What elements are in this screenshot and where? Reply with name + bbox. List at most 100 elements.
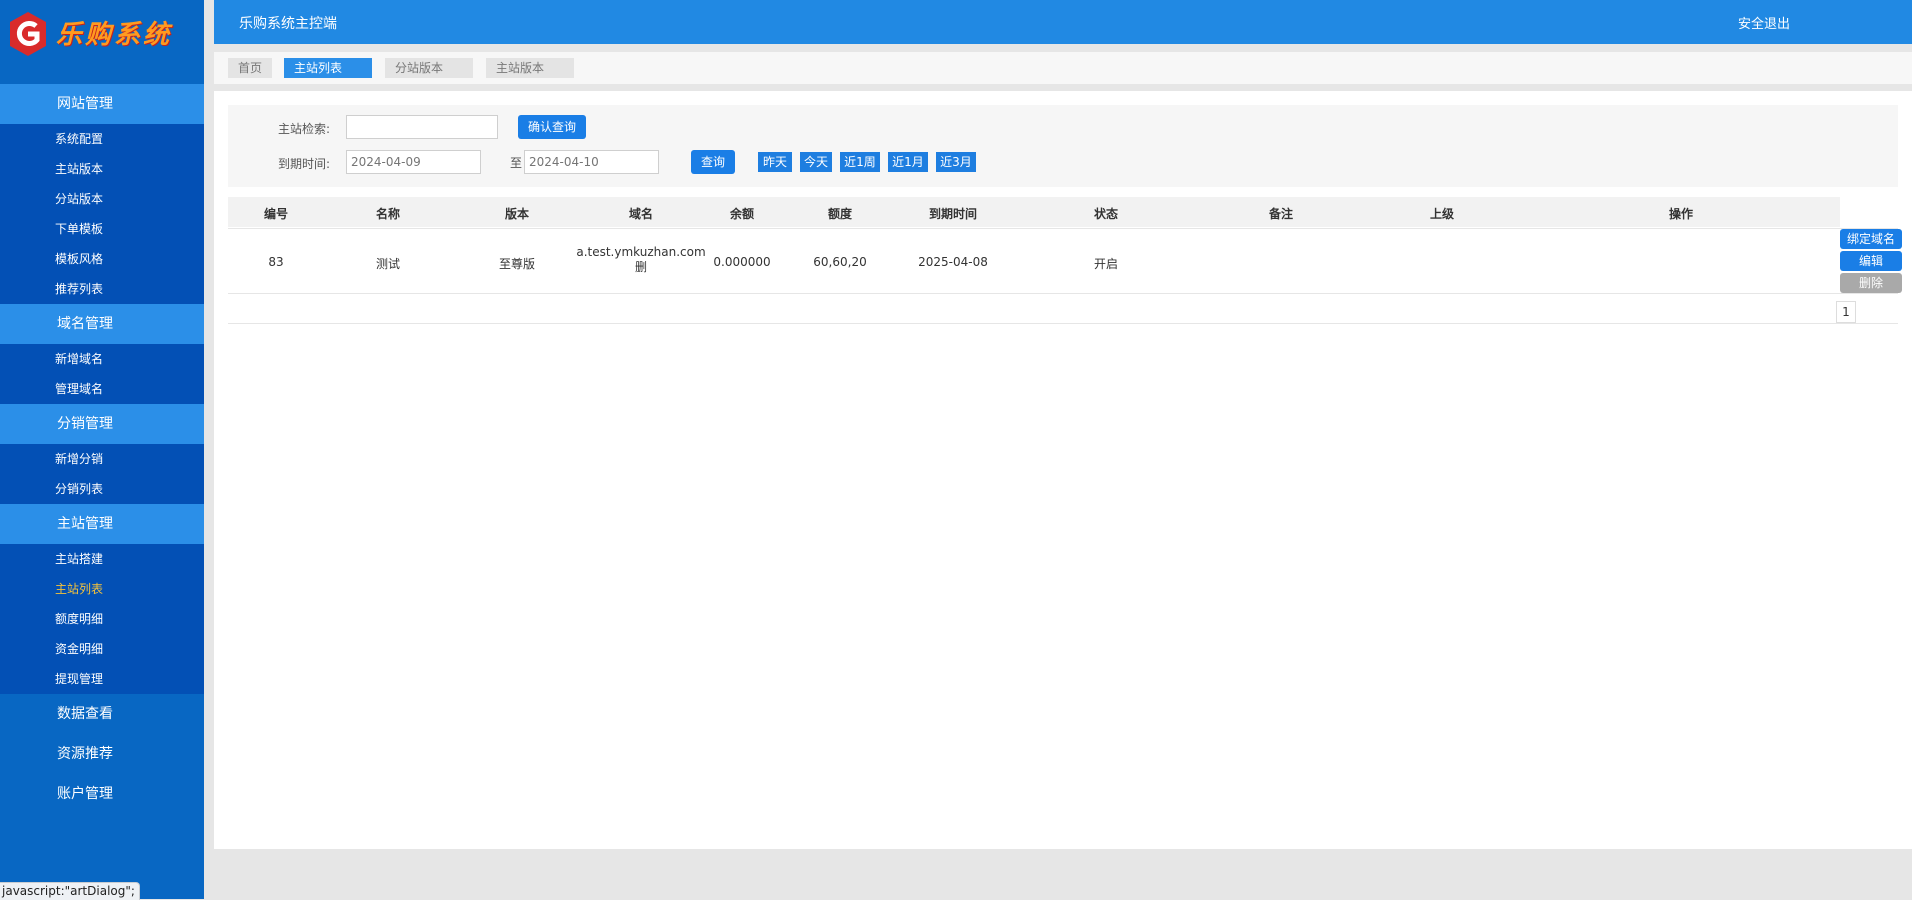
sidebar-item-label: 模板风格 bbox=[55, 252, 104, 266]
sidebar-item-label: 主站列表 bbox=[55, 582, 104, 596]
sidebar-item-main-list[interactable]: 主站列表 bbox=[0, 574, 204, 604]
cell-id: 83 bbox=[268, 255, 284, 269]
sidebar-item-label: 资金明细 bbox=[55, 642, 104, 656]
sidebar-item-main-build[interactable]: 主站搭建 bbox=[0, 544, 204, 574]
cell-status: 开启 bbox=[1093, 257, 1119, 271]
col-version: 版本 bbox=[504, 207, 530, 221]
sidebar-item-label: 下单模板 bbox=[55, 222, 104, 236]
sidebar-item-label: 分站版本 bbox=[55, 192, 104, 206]
sidebar-item-label: 系统配置 bbox=[55, 132, 104, 146]
sidebar-item-system-config[interactable]: 系统配置 bbox=[0, 124, 204, 154]
cell-expire: 2025-04-08 bbox=[918, 255, 988, 269]
pager-divider bbox=[228, 323, 1898, 324]
sidebar-item-distribution-list[interactable]: 分销列表 bbox=[0, 474, 204, 504]
sidebar-item-label: 主站版本 bbox=[55, 162, 104, 176]
quick-today-button[interactable]: 今天 bbox=[800, 152, 832, 172]
date-from-input[interactable] bbox=[346, 150, 481, 174]
col-status: 状态 bbox=[1093, 207, 1119, 221]
sidebar-item-label: 数据查看 bbox=[57, 706, 113, 722]
cell-balance: 0.000000 bbox=[713, 255, 771, 269]
sidebar-item-order-template[interactable]: 下单模板 bbox=[0, 214, 204, 244]
query-button[interactable]: 查询 bbox=[691, 150, 735, 174]
sidebar-item-label: 提现管理 bbox=[55, 672, 104, 686]
bind-domain-button[interactable]: 绑定域名 bbox=[1840, 229, 1902, 249]
sidebar-group-website[interactable]: 网站管理 bbox=[0, 84, 204, 124]
logo: 乐购系统 bbox=[0, 0, 204, 84]
sidebar-item-label: 账户管理 bbox=[57, 786, 113, 802]
sidebar-item-label: 资源推荐 bbox=[57, 746, 113, 762]
logo-text: 乐购系统 bbox=[56, 20, 173, 50]
quick-month-button[interactable]: 近1月 bbox=[888, 152, 928, 172]
sidebar-group-domain[interactable]: 域名管理 bbox=[0, 304, 204, 344]
col-name: 名称 bbox=[375, 207, 401, 221]
date-to-label: 至 bbox=[510, 156, 523, 170]
sidebar-item-label: 额度明细 bbox=[55, 612, 104, 626]
quick-3month-button[interactable]: 近3月 bbox=[936, 152, 976, 172]
domain-delete-link[interactable]: 删 bbox=[576, 260, 705, 275]
sidebar-group-label: 主站管理 bbox=[57, 516, 113, 532]
sidebar-item-recommend-list[interactable]: 推荐列表 bbox=[0, 274, 204, 304]
sidebar-item-manage-domain[interactable]: 管理域名 bbox=[0, 374, 204, 404]
logout-link[interactable]: 安全退出 bbox=[1738, 13, 1790, 32]
sidebar-group-distribution[interactable]: 分销管理 bbox=[0, 404, 204, 444]
sidebar-item-label: 推荐列表 bbox=[55, 282, 104, 296]
status-bar-url: javascript:"artDialog"; bbox=[0, 882, 140, 900]
col-balance: 余额 bbox=[729, 207, 755, 221]
date-to-input[interactable] bbox=[524, 150, 659, 174]
sidebar-item-label: 新增域名 bbox=[55, 352, 104, 366]
tab-bar: 首页 主站列表 分站版本 主站版本 bbox=[214, 52, 1912, 84]
confirm-query-button[interactable]: 确认查询 bbox=[518, 115, 586, 139]
page-title: 乐购系统主控端 bbox=[239, 16, 337, 32]
main-content: 主站检索: 确认查询 到期时间: 至 查询 昨天 今天 近1周 近1月 近3月 … bbox=[214, 91, 1912, 849]
tab-sub-version[interactable]: 分站版本 bbox=[385, 58, 473, 78]
sidebar-item-withdraw[interactable]: 提现管理 bbox=[0, 664, 204, 694]
sidebar: 乐购系统 网站管理 系统配置 主站版本 分站版本 下单模板 模板风格 推荐列表 … bbox=[0, 0, 204, 899]
sidebar-item-fund-detail[interactable]: 资金明细 bbox=[0, 634, 204, 664]
quick-week-button[interactable]: 近1周 bbox=[840, 152, 880, 172]
sidebar-item-main-version[interactable]: 主站版本 bbox=[0, 154, 204, 184]
table-row: 83 测试 至尊版 a.test.ymkuzhan.com 删 0.000000… bbox=[228, 228, 1902, 294]
col-quota: 额度 bbox=[827, 207, 853, 221]
col-domain: 域名 bbox=[628, 207, 654, 221]
delete-button[interactable]: 删除 bbox=[1840, 273, 1902, 293]
col-remark: 备注 bbox=[1268, 207, 1294, 221]
cell-quota: 60,60,20 bbox=[813, 255, 867, 269]
edit-button[interactable]: 编辑 bbox=[1840, 251, 1902, 271]
logo-mark-icon bbox=[10, 12, 46, 56]
sidebar-item-add-distribution[interactable]: 新增分销 bbox=[0, 444, 204, 474]
quick-yesterday-button[interactable]: 昨天 bbox=[758, 152, 792, 172]
col-id: 编号 bbox=[263, 207, 289, 221]
sidebar-item-resource[interactable]: 资源推荐 bbox=[0, 734, 204, 774]
cell-version: 至尊版 bbox=[498, 257, 536, 271]
sidebar-item-quota-detail[interactable]: 额度明细 bbox=[0, 604, 204, 634]
sidebar-group-label: 网站管理 bbox=[57, 96, 113, 112]
search-label: 主站检索: bbox=[278, 122, 331, 136]
search-input[interactable] bbox=[346, 115, 498, 139]
sidebar-group-main-site[interactable]: 主站管理 bbox=[0, 504, 204, 544]
sidebar-item-sub-version[interactable]: 分站版本 bbox=[0, 184, 204, 214]
col-actions: 操作 bbox=[1668, 207, 1694, 221]
sidebar-item-label: 主站搭建 bbox=[55, 552, 104, 566]
sidebar-group-label: 分销管理 bbox=[57, 416, 113, 432]
sidebar-item-label: 新增分销 bbox=[55, 452, 104, 466]
cell-domain: a.test.ymkuzhan.com 删 bbox=[576, 245, 705, 275]
sidebar-item-add-domain[interactable]: 新增域名 bbox=[0, 344, 204, 374]
table-header: 编号 名称 版本 域名 余额 额度 到期时间 状态 备注 上级 操作 bbox=[228, 197, 1840, 227]
col-expire: 到期时间 bbox=[928, 207, 978, 221]
tab-main-list[interactable]: 主站列表 bbox=[284, 58, 372, 78]
expire-label: 到期时间: bbox=[278, 157, 331, 171]
tab-home[interactable]: 首页 bbox=[228, 58, 272, 78]
cell-name: 测试 bbox=[375, 257, 401, 271]
search-panel: 主站检索: 确认查询 到期时间: 至 查询 昨天 今天 近1周 近1月 近3月 bbox=[228, 105, 1898, 187]
sidebar-item-account[interactable]: 账户管理 bbox=[0, 774, 204, 814]
domain-text[interactable]: a.test.ymkuzhan.com bbox=[576, 245, 705, 260]
sidebar-item-data-view[interactable]: 数据查看 bbox=[0, 694, 204, 734]
pager-page-1[interactable]: 1 bbox=[1836, 301, 1856, 323]
top-header: 乐购系统主控端 安全退出 bbox=[214, 0, 1912, 44]
col-parent: 上级 bbox=[1429, 207, 1455, 221]
tab-main-version[interactable]: 主站版本 bbox=[486, 58, 574, 78]
sidebar-group-label: 域名管理 bbox=[57, 316, 113, 332]
sidebar-item-template-style[interactable]: 模板风格 bbox=[0, 244, 204, 274]
sidebar-item-label: 管理域名 bbox=[55, 382, 104, 396]
sidebar-item-label: 分销列表 bbox=[55, 482, 104, 496]
